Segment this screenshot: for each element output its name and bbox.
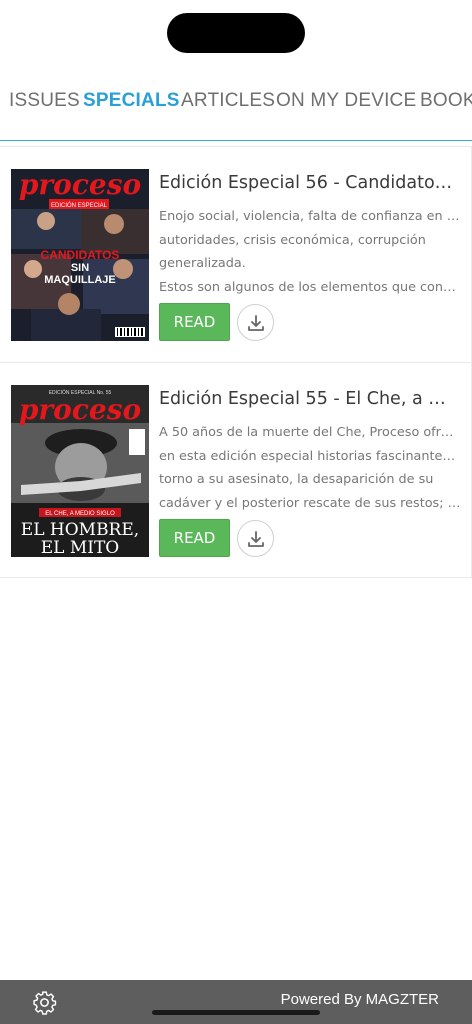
issue-description: A 50 años de la muerte del Che, Proceso … [159, 421, 461, 515]
download-button[interactable] [237, 520, 274, 557]
description-line: generalizada. [159, 256, 246, 271]
cover-headline-2: SIN [71, 262, 89, 274]
tab-specials[interactable]: SPECIALS [83, 90, 180, 112]
download-icon [248, 315, 264, 331]
tab-books[interactable]: BOOK [420, 90, 472, 112]
tab-on-my-device[interactable]: ON MY DEVICE [276, 90, 416, 112]
description-line: Estos son algunos de los elementos que c… [159, 279, 461, 295]
description-line: A 50 años de la muerte del Che, Proceso … [159, 425, 461, 440]
specials-list: proceso EDICIÓN ESPECIAL CANDIDATOS SIN … [0, 146, 472, 578]
tab-bar: ISSUES SPECIALS ARTICLES ON MY DEVICE BO… [0, 78, 472, 140]
issue-title[interactable]: Edición Especial 56 - Candidatos si... [159, 173, 461, 193]
cover-headline-1: EL HOMBRE, [21, 520, 139, 540]
issue-title[interactable]: Edición Especial 55 - El Che, a med... [159, 389, 461, 409]
tab-articles[interactable]: ARTICLES [181, 90, 275, 112]
powered-by-label: Powered By MAGZTER [280, 991, 439, 1008]
list-item[interactable]: EDICIÓN ESPECIAL No. 55 proceso EL CHE, … [0, 362, 472, 578]
cover-headline-2: EL MITO [41, 538, 120, 557]
magazine-cover[interactable]: proceso EDICIÓN ESPECIAL CANDIDATOS SIN … [11, 169, 149, 341]
magazine-cover[interactable]: EDICIÓN ESPECIAL No. 55 proceso EL CHE, … [11, 385, 149, 557]
description-line: autoridades, crisis económica, corrupció… [159, 232, 426, 248]
tab-issues[interactable]: ISSUES [9, 90, 80, 112]
read-button[interactable]: READ [159, 519, 230, 557]
description-line: cadáver y el posterior rescate de sus re… [159, 495, 461, 511]
download-icon [248, 531, 264, 547]
cover-edition: EDICIÓN ESPECIAL [51, 202, 108, 209]
read-button[interactable]: READ [159, 303, 230, 341]
tab-bar-divider [0, 140, 472, 141]
cover-headline-1: CANDIDATOS [41, 248, 120, 262]
status-bar-notch [167, 13, 305, 53]
footer-bar: Powered By MAGZTER [0, 980, 472, 1024]
cover-headline-3: MAQUILLAJE [44, 274, 116, 286]
cover-masthead: proceso [19, 169, 141, 201]
home-indicator [152, 1010, 320, 1015]
description-line: en esta edición especial historias fasci… [159, 448, 461, 464]
list-item[interactable]: proceso EDICIÓN ESPECIAL CANDIDATOS SIN … [0, 146, 472, 362]
description-line: torno a su asesinato, la desaparición de… [159, 472, 434, 487]
cover-masthead: proceso [19, 393, 141, 426]
gear-icon[interactable] [32, 990, 57, 1015]
description-line: Enojo social, violencia, falta de confia… [159, 209, 461, 224]
issue-description: Enojo social, violencia, falta de confia… [159, 205, 461, 299]
cover-kicker: EL CHE, A MEDIO SIGLO [45, 511, 115, 517]
download-button[interactable] [237, 304, 274, 341]
